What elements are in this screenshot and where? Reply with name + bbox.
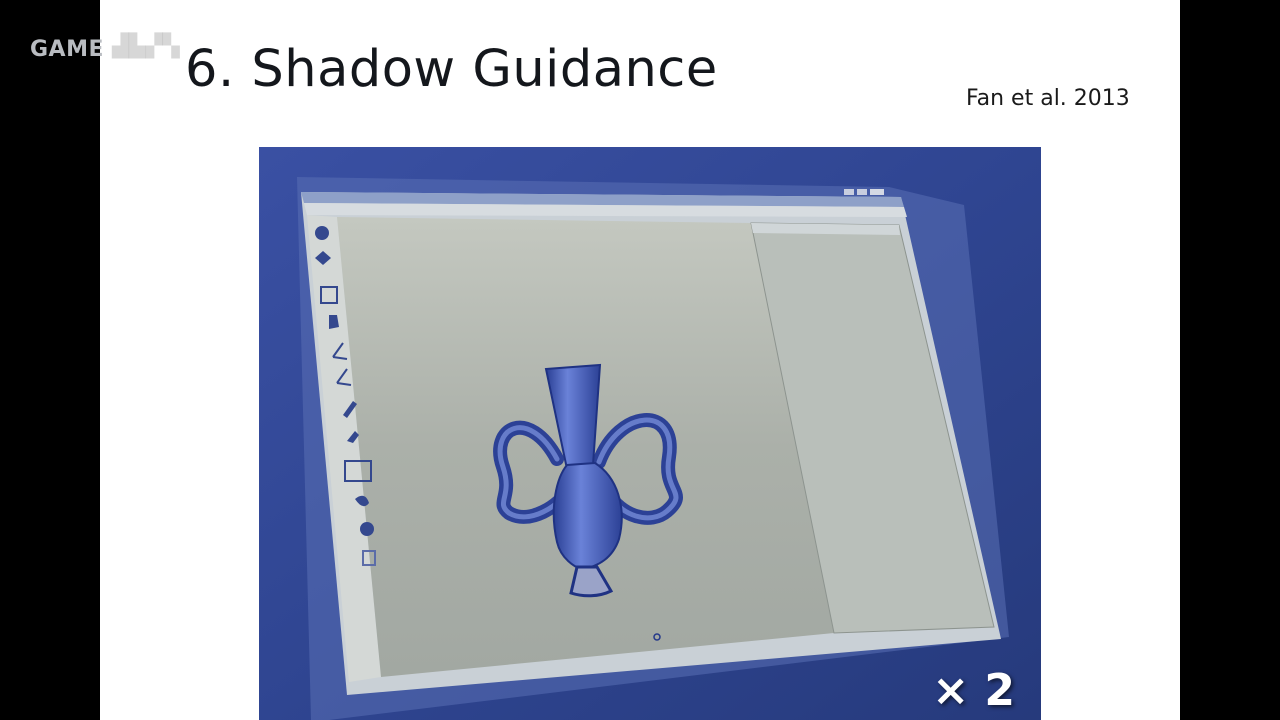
citation: Fan et al. 2013 (966, 86, 1130, 111)
properties-panel-header (751, 223, 900, 235)
minimize-icon (844, 189, 854, 195)
sphere-icon (315, 226, 329, 240)
watermark-logo: ▟▙▞▚ (112, 34, 180, 59)
presentation-slide: 6. Shadow Guidance Fan et al. 2013 × 2 (100, 0, 1180, 720)
playback-speed-label: × 2 (932, 665, 1015, 716)
maximize-icon (857, 189, 867, 195)
gear-icon (360, 522, 374, 536)
channel-watermark: GAME (30, 37, 105, 62)
close-icon (870, 189, 884, 195)
monitor-photo-illustration (259, 147, 1041, 720)
vase-body (552, 461, 623, 571)
slide-title: 6. Shadow Guidance (185, 40, 718, 99)
demo-photo: × 2 (259, 147, 1041, 720)
